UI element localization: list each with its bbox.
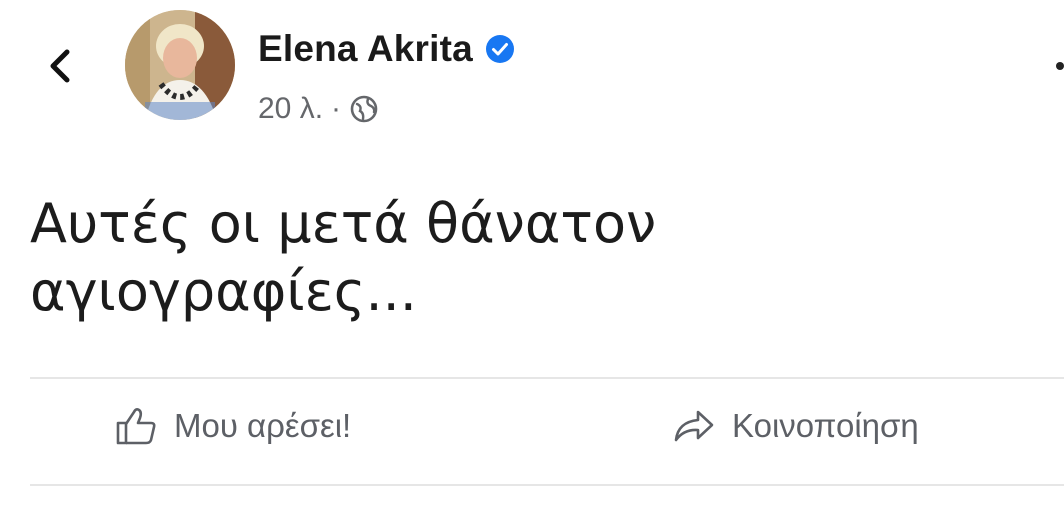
like-label: Μου αρέσει! <box>174 407 352 444</box>
author-name[interactable]: Elena Akrita <box>258 28 473 70</box>
share-arrow-icon <box>674 410 714 442</box>
post-text-line-1: Αυτές οι μετά θάνατον <box>30 192 657 255</box>
post-meta: 20 λ. · <box>258 92 379 126</box>
divider-bottom <box>30 484 1064 486</box>
action-bar: Μου αρέσει! Κοινοποίηση <box>30 384 1064 484</box>
more-options-icon <box>1056 62 1064 70</box>
back-button[interactable] <box>40 44 80 88</box>
share-label: Κοινοποίηση <box>732 407 919 444</box>
timestamp[interactable]: 20 λ. <box>258 92 323 126</box>
post-body: Αυτές οι μετά θάνατον αγιογραφίες... <box>30 190 1030 326</box>
share-button[interactable]: Κοινοποίηση <box>672 406 919 446</box>
divider-top <box>30 377 1064 379</box>
more-options-button[interactable] <box>1024 46 1064 86</box>
post-text-line-2: αγιογραφίες... <box>30 260 417 323</box>
meta-separator: · <box>331 92 342 125</box>
avatar[interactable] <box>125 10 235 120</box>
thumbs-up-icon <box>116 408 156 445</box>
avatar-photo <box>125 10 235 120</box>
globe-icon <box>350 95 378 123</box>
chevron-left-icon <box>50 49 70 83</box>
like-button[interactable]: Μου αρέσει! <box>114 406 351 446</box>
verified-badge-icon <box>485 35 514 63</box>
author-row: Elena Akrita <box>258 28 515 70</box>
